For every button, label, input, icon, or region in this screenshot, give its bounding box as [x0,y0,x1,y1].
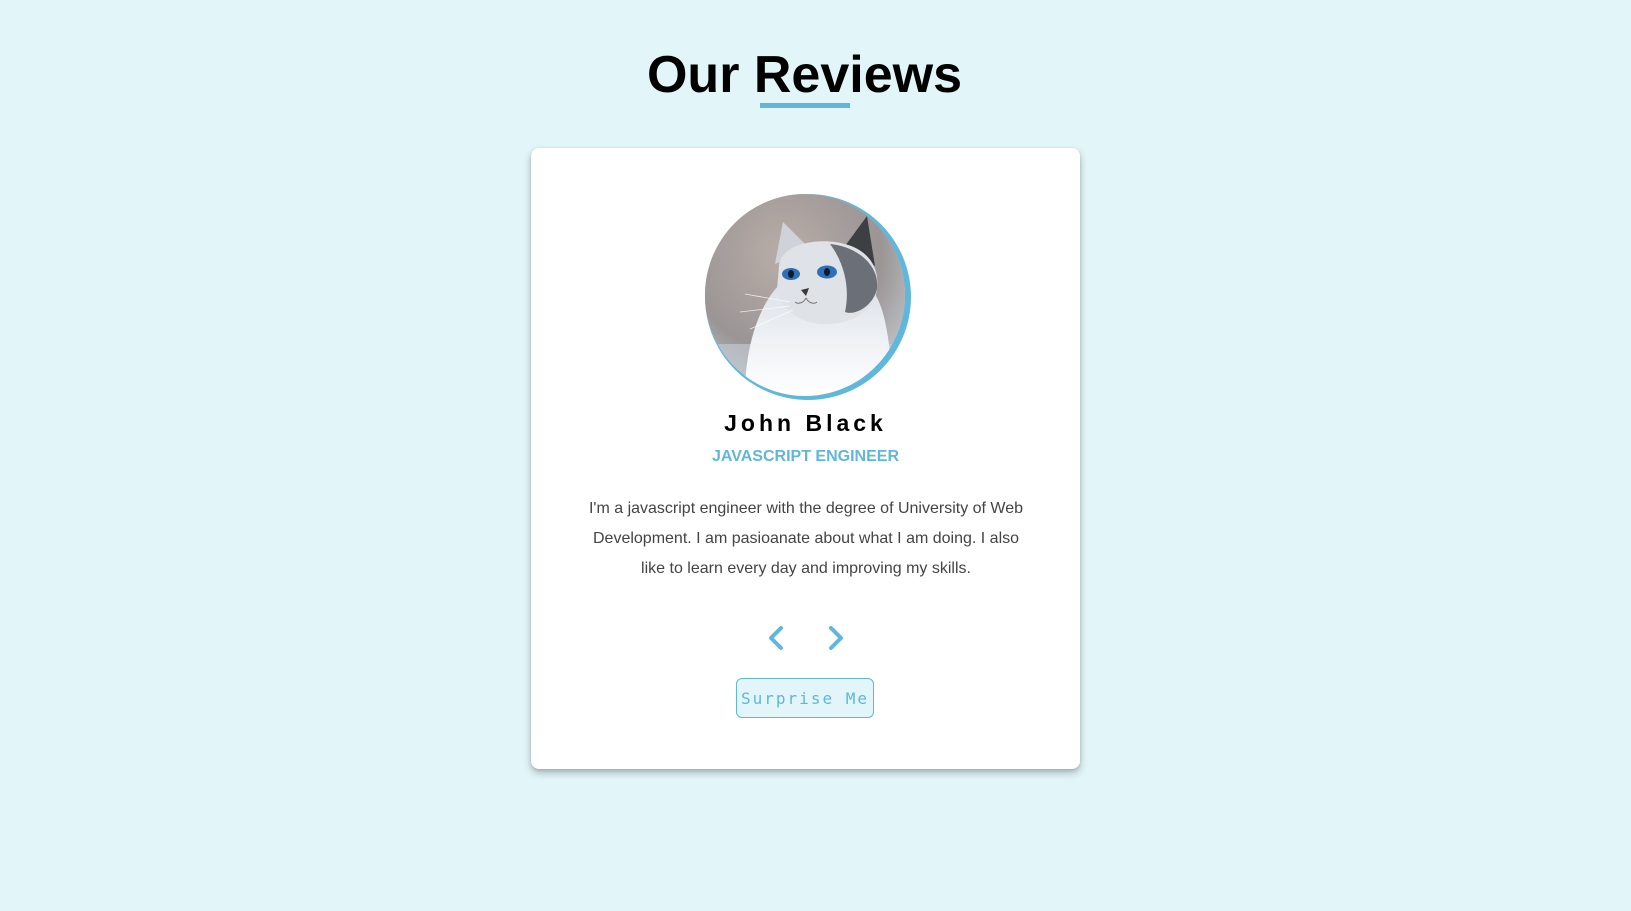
next-button[interactable] [820,622,852,654]
page-title: Our Reviews [646,46,963,104]
review-text: I'm a javascript engineer with the degre… [588,500,1024,577]
avatar-ring [705,194,911,400]
reviews-heading: Our Reviews [0,42,1609,108]
reviewer-name: John Black [724,410,887,436]
prev-button[interactable] [760,622,792,654]
title-underline [760,103,850,108]
chevron-left-icon [769,626,783,650]
chevron-right-icon [829,626,843,650]
cat-photo [705,194,905,396]
surprise-me-button[interactable]: Surprise Me [736,678,874,718]
avatar [705,194,905,396]
review-card: John Black JAVASCRIPT ENGINEER I'm a jav… [531,148,1080,769]
reviewer-job: JAVASCRIPT ENGINEER [712,448,899,465]
